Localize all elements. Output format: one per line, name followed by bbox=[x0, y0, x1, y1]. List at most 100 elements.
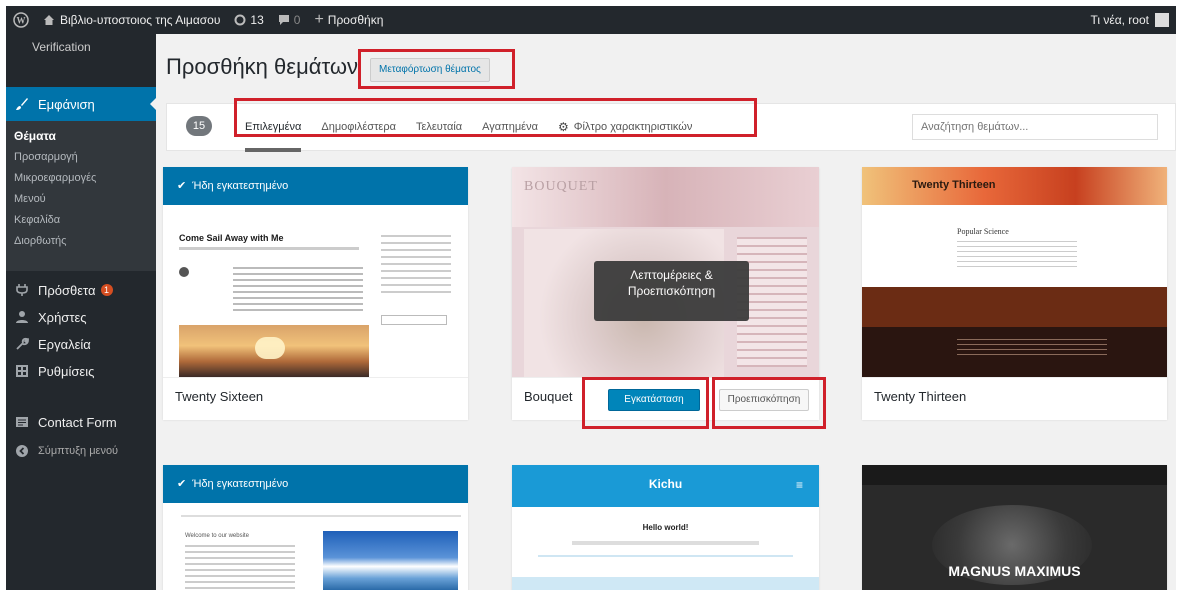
install-button[interactable]: Εγκατάσταση bbox=[608, 389, 700, 411]
feature-filter-link[interactable]: ⚙ Φίλτρο χαρακτηριστικών bbox=[558, 104, 692, 150]
preview-title: Twenty Thirteen bbox=[912, 179, 996, 191]
updates-link[interactable]: 13 bbox=[227, 6, 270, 34]
admin-sidebar: Verification Εμφάνιση Θέματα Προσαρμογή … bbox=[6, 34, 157, 590]
comments-link[interactable]: 0 bbox=[271, 6, 308, 34]
sidebar-item-tools[interactable]: Εργαλεία bbox=[6, 329, 156, 359]
theme-card-bouquet[interactable]: BOUQUET Λεπτομέρειες & Προεπισκόπηση Bou… bbox=[512, 167, 819, 420]
submenu-item-widgets[interactable]: Μικροεφαρμογές bbox=[6, 168, 156, 189]
preview-header bbox=[512, 167, 819, 227]
preview-title: Kichu bbox=[648, 477, 683, 491]
users-icon bbox=[14, 309, 30, 325]
plugins-update-badge: 1 bbox=[100, 284, 113, 296]
theme-filter-bar: 15 Επιλεγμένα Δημοφιλέστερα Τελευταία Αγ… bbox=[166, 103, 1176, 152]
preview-title: Come Sail Away with Me bbox=[179, 233, 284, 243]
sidebar-item-label: Εμφάνιση bbox=[38, 96, 95, 112]
submenu-item-menus[interactable]: Μενού bbox=[6, 189, 156, 210]
svg-text:W: W bbox=[17, 16, 26, 26]
theme-count: 15 bbox=[186, 116, 212, 136]
tab-popular[interactable]: Δημοφιλέστερα bbox=[321, 104, 396, 150]
sidebar-item-users[interactable]: Χρήστες bbox=[6, 302, 156, 332]
wrench-icon bbox=[14, 336, 30, 352]
comment-icon bbox=[278, 14, 290, 26]
page-title: Προσθήκη θεμάτων bbox=[166, 54, 359, 79]
home-icon bbox=[43, 14, 55, 26]
theme-screenshot: Kichu ≡ Hello world! bbox=[512, 465, 819, 590]
appearance-submenu: Θέματα Προσαρμογή Μικροεφαρμογές Μενού Κ… bbox=[6, 121, 156, 271]
submenu-item-themes[interactable]: Θέματα bbox=[6, 126, 156, 147]
theme-card-magnus-maximus[interactable]: MAGNUS MAXIMUS bbox=[862, 465, 1167, 590]
check-icon: ✔ bbox=[177, 478, 187, 490]
sidebar-item-label: Χρήστες bbox=[38, 309, 87, 325]
wordpress-logo-icon[interactable]: W bbox=[6, 6, 36, 34]
sidebar-item-label: Εργαλεία bbox=[38, 336, 91, 352]
wp-admin-window: W Βιβλιο-υποστοιος της Αιμασου 13 0 + Πρ… bbox=[6, 6, 1176, 590]
sidebar-item-appearance[interactable]: Εμφάνιση bbox=[6, 87, 157, 121]
preview-subtitle: Hello world! bbox=[642, 523, 689, 532]
theme-card-twenty-thirteen[interactable]: Twenty Thirteen Popular Science Twenty T… bbox=[862, 167, 1167, 420]
menu-icon: ≡ bbox=[795, 478, 803, 492]
search-themes-input[interactable] bbox=[912, 114, 1158, 140]
theme-screenshot: ✔ Ήδη εγκατεστημένο Welcome to our websit… bbox=[163, 465, 468, 590]
installed-banner: ✔ Ήδη εγκατεστημένο bbox=[163, 465, 468, 503]
preview-page: Come Sail Away with Me bbox=[163, 205, 468, 377]
plus-icon: + bbox=[314, 11, 324, 28]
sidebar-item-label: Πρόσθετα bbox=[38, 282, 96, 298]
preview-title: BOUQUET bbox=[524, 179, 598, 194]
details-preview-tooltip[interactable]: Λεπτομέρειες & Προεπισκόπηση bbox=[594, 261, 749, 321]
account-menu[interactable]: Τι νέα, root bbox=[1083, 6, 1176, 34]
sidebar-item-plugins[interactable]: Πρόσθετα 1 bbox=[6, 275, 156, 305]
preview-title: MAGNUS MAXIMUS bbox=[948, 563, 1081, 579]
collapse-icon bbox=[14, 443, 30, 459]
updates-icon bbox=[234, 14, 246, 26]
preview-title: Welcome to our website bbox=[185, 533, 249, 539]
sidebar-item-label: Σύμπτυξη μενού bbox=[38, 445, 119, 457]
new-content-link[interactable]: + Προσθήκη bbox=[307, 6, 390, 34]
sidebar-item-label: Verification bbox=[32, 40, 91, 54]
comments-count: 0 bbox=[293, 13, 301, 27]
theme-card-kichu[interactable]: Kichu ≡ Hello world! bbox=[512, 465, 819, 590]
theme-card-twenty-sixteen[interactable]: ✔ Ήδη εγκατεστημένο Come Sail Away with M… bbox=[163, 167, 468, 420]
preview-button[interactable]: Προεπισκόπηση bbox=[719, 389, 809, 411]
theme-name: Bouquet bbox=[524, 389, 573, 404]
tab-featured[interactable]: Επιλεγμένα bbox=[245, 104, 302, 152]
tab-favorites[interactable]: Αγαπημένα bbox=[482, 104, 538, 150]
upload-theme-button[interactable]: Μεταφόρτωση θέματος bbox=[370, 58, 490, 82]
installed-label: Ήδη εγκατεστημένο bbox=[192, 180, 289, 192]
sidebar-item-contact-form[interactable]: Contact Form bbox=[6, 407, 156, 437]
installed-banner: ✔ Ήδη εγκατεστημένο bbox=[163, 167, 468, 205]
sidebar-item-label: Ρυθμίσεις bbox=[38, 363, 95, 379]
tab-latest[interactable]: Τελευταία bbox=[416, 104, 462, 150]
theme-screenshot: ✔ Ήδη εγκατεστημένο Come Sail Away with M… bbox=[163, 167, 468, 377]
site-name-link[interactable]: Βιβλιο-υποστοιος της Αιμασου bbox=[36, 6, 227, 34]
sidebar-collapse-menu[interactable]: Σύμπτυξη μενού bbox=[6, 436, 156, 466]
new-content-label: Προσθήκη bbox=[327, 13, 384, 27]
form-icon bbox=[14, 414, 30, 430]
paintbrush-icon bbox=[14, 96, 30, 112]
preview-header bbox=[862, 167, 1167, 205]
sidebar-item-verification[interactable]: Verification bbox=[6, 34, 156, 54]
gear-icon: ⚙ bbox=[557, 120, 569, 134]
tooltip-label: Λεπτομέρειες & Προεπισκόπηση bbox=[627, 268, 716, 298]
sidebar-item-settings[interactable]: Ρυθμίσεις bbox=[6, 356, 156, 386]
avatar bbox=[1155, 13, 1169, 27]
theme-screenshot: MAGNUS MAXIMUS bbox=[862, 465, 1167, 590]
theme-name: Twenty Thirteen bbox=[874, 389, 967, 404]
plug-icon bbox=[14, 282, 30, 298]
submenu-item-customize[interactable]: Προσαρμογή bbox=[6, 147, 156, 168]
filter-tabs: Επιλεγμένα Δημοφιλέστερα Τελευταία Αγαπη… bbox=[245, 104, 712, 152]
check-icon: ✔ bbox=[177, 180, 187, 192]
howdy-text: Τι νέα, root bbox=[1090, 13, 1149, 27]
submenu-item-editor[interactable]: Διορθωτής bbox=[6, 231, 156, 252]
feature-filter-label: Φίλτρο χαρακτηριστικών bbox=[573, 121, 693, 133]
sidebar-item-label: Contact Form bbox=[38, 414, 117, 430]
admin-bar: W Βιβλιο-υποστοιος της Αιμασου 13 0 + Πρ… bbox=[6, 6, 1176, 34]
settings-icon bbox=[14, 363, 30, 379]
preview-subtitle: Popular Science bbox=[957, 227, 1009, 236]
submenu-item-header[interactable]: Κεφαλίδα bbox=[6, 210, 156, 231]
site-name: Βιβλιο-υποστοιος της Αιμασου bbox=[60, 13, 221, 27]
installed-label: Ήδη εγκατεστημένο bbox=[192, 478, 289, 490]
theme-screenshot: Twenty Thirteen Popular Science bbox=[862, 167, 1167, 377]
theme-name: Twenty Sixteen bbox=[175, 389, 264, 404]
theme-card-installed-2[interactable]: ✔ Ήδη εγκατεστημένο Welcome to our websit… bbox=[163, 465, 468, 590]
updates-count: 13 bbox=[250, 13, 264, 27]
